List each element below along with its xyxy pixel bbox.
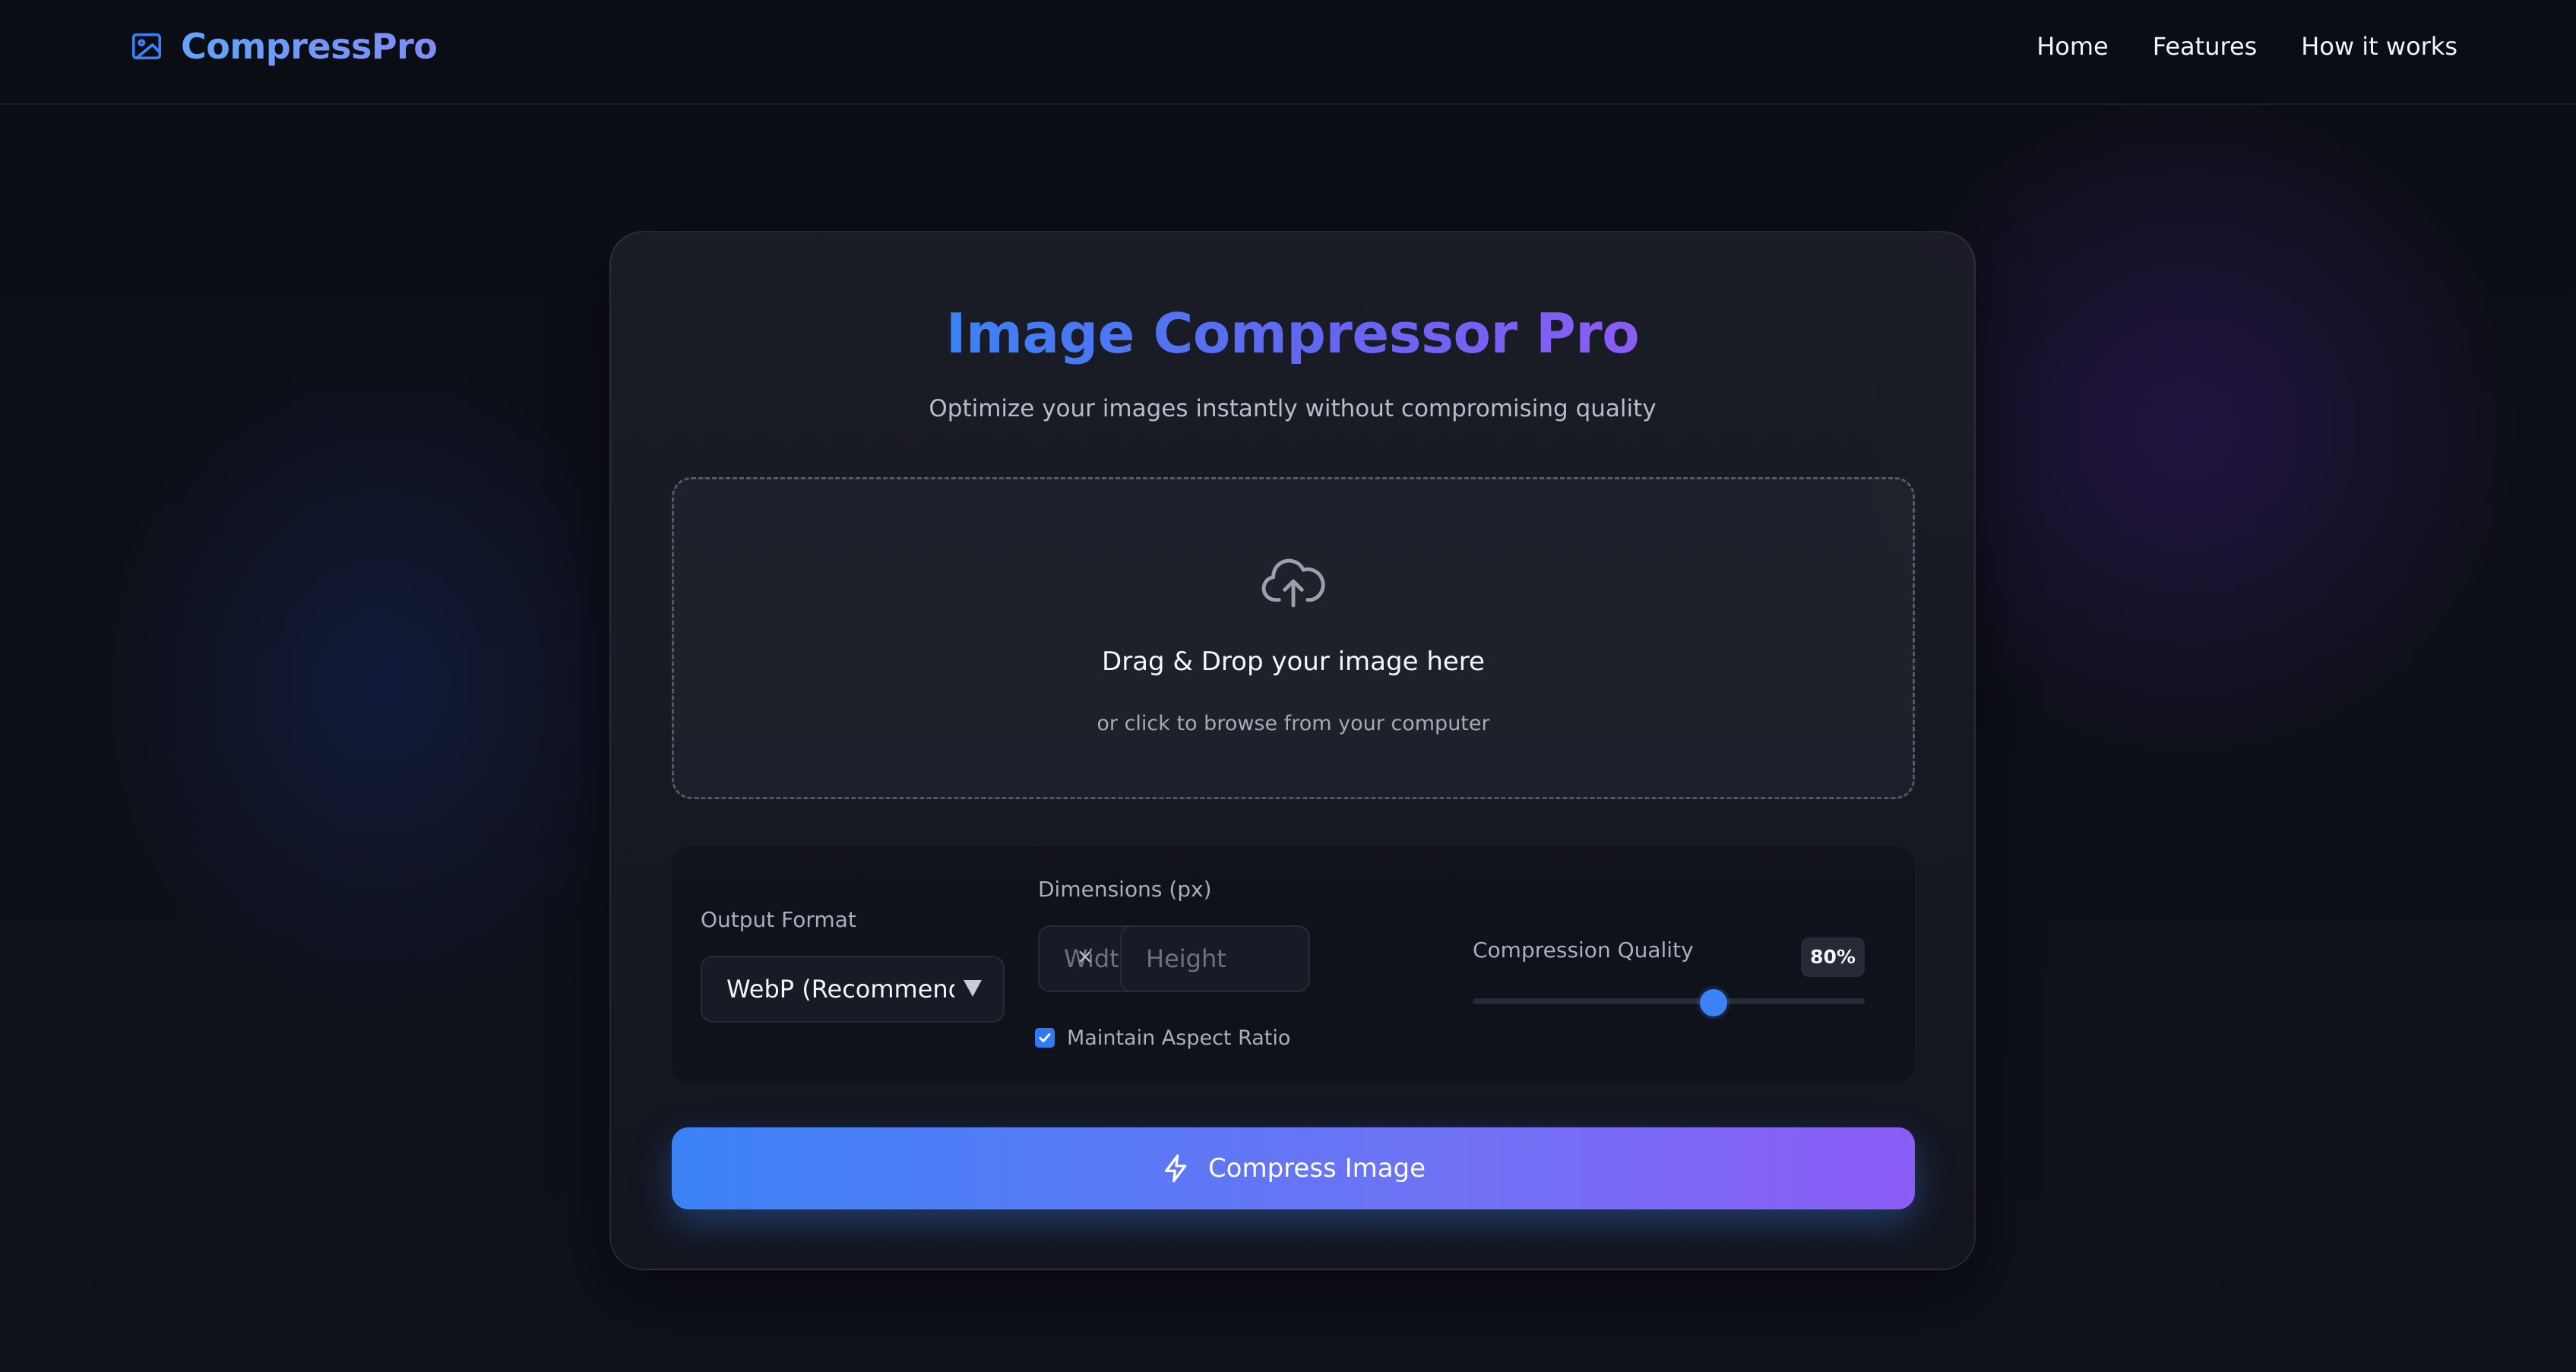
nav-link-how-it-works[interactable]: How it works: [2301, 32, 2457, 61]
aspect-ratio-toggle[interactable]: Maintain Aspect Ratio: [1035, 1023, 1290, 1053]
nav-link-features[interactable]: Features: [2153, 32, 2258, 61]
page-title-text: Image Compressor Pro: [945, 302, 1640, 365]
output-format-value: WebP (Recommended): [726, 975, 954, 1004]
quality-value-badge: 80%: [1801, 937, 1865, 977]
quality-slider-track: [1473, 998, 1865, 1004]
compress-button[interactable]: Compress Image: [672, 1127, 1915, 1209]
quality-slider-thumb[interactable]: [1699, 989, 1727, 1016]
settings-panel: Output Format WebP (Recommended) Dimensi…: [672, 846, 1915, 1083]
brand-name: CompressPro: [181, 26, 438, 67]
page-subtitle: Optimize your images instantly without c…: [929, 395, 1657, 422]
output-format-select[interactable]: WebP (Recommended): [701, 956, 1005, 1023]
compressor-card: Image Compressor Pro Optimize your image…: [609, 231, 1976, 1270]
nav-link-home[interactable]: Home: [2036, 32, 2109, 61]
image-dropzone[interactable]: Drag & Drop your image here or click to …: [672, 477, 1915, 799]
aspect-ratio-label: Maintain Aspect Ratio: [1067, 1026, 1291, 1050]
quality-label: Compression Quality: [1473, 937, 1694, 963]
height-input[interactable]: [1120, 925, 1310, 992]
page-title: Image Compressor Pro: [611, 298, 1974, 369]
quality-slider[interactable]: [1473, 989, 1865, 1016]
chevron-down-icon: [964, 980, 982, 997]
lightning-icon: [1161, 1153, 1191, 1184]
dropzone-subtitle: or click to browse from your computer: [1097, 712, 1490, 735]
navbar: CompressPro Home Features How it works: [0, 0, 2576, 105]
cloud-upload-icon: [1259, 554, 1328, 612]
compress-button-label: Compress Image: [1207, 1153, 1426, 1184]
output-format-label: Output Format: [701, 907, 856, 932]
dimensions-label: Dimensions (px): [1038, 877, 1212, 902]
aspect-ratio-checkbox[interactable]: [1035, 1028, 1055, 1048]
brand-logo[interactable]: CompressPro: [129, 24, 438, 68]
dimension-separator: ×: [1076, 944, 1094, 969]
check-icon: [1039, 1033, 1051, 1042]
image-icon: [129, 29, 164, 64]
nav-links: Home Features How it works: [1992, 24, 2457, 68]
dropzone-title: Drag & Drop your image here: [1102, 646, 1485, 677]
